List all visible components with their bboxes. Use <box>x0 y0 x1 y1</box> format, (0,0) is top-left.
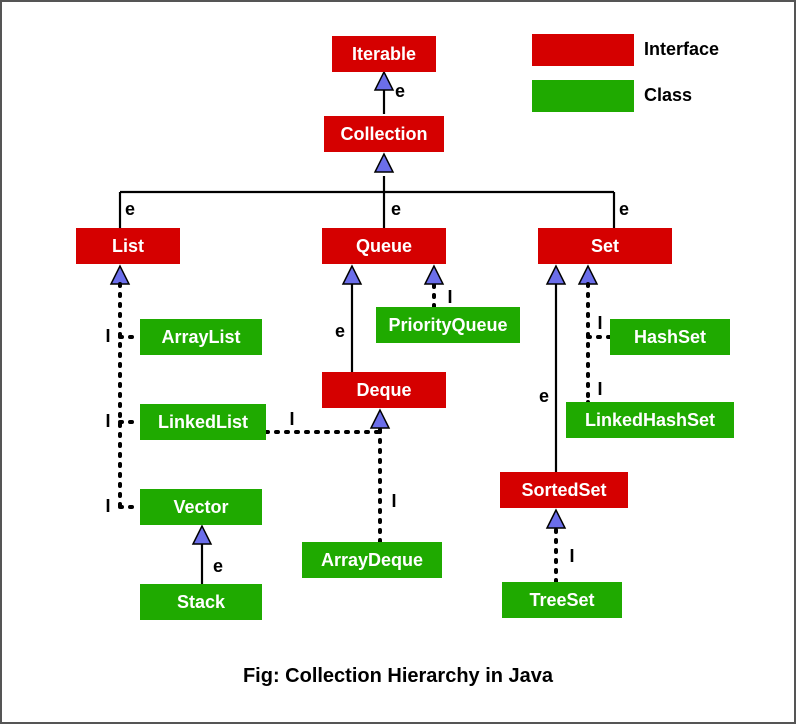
node-priorityqueue: PriorityQueue <box>376 307 520 343</box>
svg-text:Collection: Collection <box>340 124 427 144</box>
edge-linkedlist-list: I <box>105 411 140 431</box>
edge-collection-iterable: e <box>375 72 405 114</box>
node-treeset: TreeSet <box>502 582 622 618</box>
diagram-frame: Interface Class e e e e I <box>0 0 796 724</box>
edge-treeset-sortedset: I <box>547 510 575 582</box>
legend-label-class: Class <box>644 85 692 105</box>
node-deque: Deque <box>322 372 446 408</box>
edge-list-collection: e <box>120 192 135 228</box>
svg-text:e: e <box>619 199 629 219</box>
svg-text:PriorityQueue: PriorityQueue <box>388 315 507 335</box>
edge-stack-vector: e <box>193 526 223 584</box>
node-linkedhashset: LinkedHashSet <box>566 402 734 438</box>
svg-text:I: I <box>105 496 110 516</box>
svg-text:e: e <box>125 199 135 219</box>
svg-text:Deque: Deque <box>356 380 411 400</box>
svg-text:I: I <box>569 546 574 566</box>
legend-swatch-class <box>532 80 634 112</box>
node-queue: Queue <box>322 228 446 264</box>
svg-text:I: I <box>447 287 452 307</box>
svg-text:HashSet: HashSet <box>634 327 706 347</box>
node-arraydeque: ArrayDeque <box>302 542 442 578</box>
svg-text:List: List <box>112 236 144 256</box>
svg-text:SortedSet: SortedSet <box>521 480 606 500</box>
edge-list-impl-trunk <box>111 266 129 507</box>
svg-text:ArrayDeque: ArrayDeque <box>321 550 423 570</box>
svg-text:ArrayList: ArrayList <box>161 327 240 347</box>
svg-text:I: I <box>597 313 602 333</box>
edge-sortedset-set: e <box>539 266 565 472</box>
svg-text:Set: Set <box>591 236 619 256</box>
edge-queue-collection: e <box>384 192 401 228</box>
node-list: List <box>76 228 180 264</box>
diagram-svg: Interface Class e e e e I <box>2 2 794 722</box>
svg-text:I: I <box>289 409 294 429</box>
svg-text:LinkedList: LinkedList <box>158 412 248 432</box>
svg-text:e: e <box>395 81 405 101</box>
edge-hashset-set: I <box>588 313 610 337</box>
node-sortedset: SortedSet <box>500 472 628 508</box>
edge-vector-list: I <box>105 496 140 516</box>
edge-arraydeque-deque: I <box>371 410 397 542</box>
legend-swatch-interface <box>532 34 634 66</box>
legend-label-interface: Interface <box>644 39 719 59</box>
edge-priorityqueue-queue: I <box>425 266 453 307</box>
legend: Interface Class <box>532 34 719 112</box>
edge-arraylist-list: I <box>105 326 140 346</box>
svg-text:e: e <box>213 556 223 576</box>
svg-text:e: e <box>391 199 401 219</box>
svg-text:Iterable: Iterable <box>352 44 416 64</box>
node-collection: Collection <box>324 116 444 152</box>
svg-text:I: I <box>391 491 396 511</box>
node-linkedlist: LinkedList <box>140 404 266 440</box>
svg-text:Queue: Queue <box>356 236 412 256</box>
edge-set-collection: e <box>614 192 629 228</box>
svg-text:TreeSet: TreeSet <box>529 590 594 610</box>
svg-text:Vector: Vector <box>173 497 228 517</box>
node-arraylist: ArrayList <box>140 319 262 355</box>
edge-set-impl-trunk <box>579 266 597 422</box>
figure-caption: Fig: Collection Hierarchy in Java <box>243 665 554 687</box>
node-iterable: Iterable <box>332 36 436 72</box>
svg-text:e: e <box>335 321 345 341</box>
svg-text:I: I <box>105 411 110 431</box>
svg-text:I: I <box>597 379 602 399</box>
node-set: Set <box>538 228 672 264</box>
svg-text:Stack: Stack <box>177 592 226 612</box>
node-hashset: HashSet <box>610 319 730 355</box>
node-vector: Vector <box>140 489 262 525</box>
node-stack: Stack <box>140 584 262 620</box>
svg-text:I: I <box>105 326 110 346</box>
svg-text:e: e <box>539 386 549 406</box>
edge-branch-bar <box>120 154 614 192</box>
svg-text:LinkedHashSet: LinkedHashSet <box>585 410 715 430</box>
edge-deque-queue: e <box>335 266 361 372</box>
